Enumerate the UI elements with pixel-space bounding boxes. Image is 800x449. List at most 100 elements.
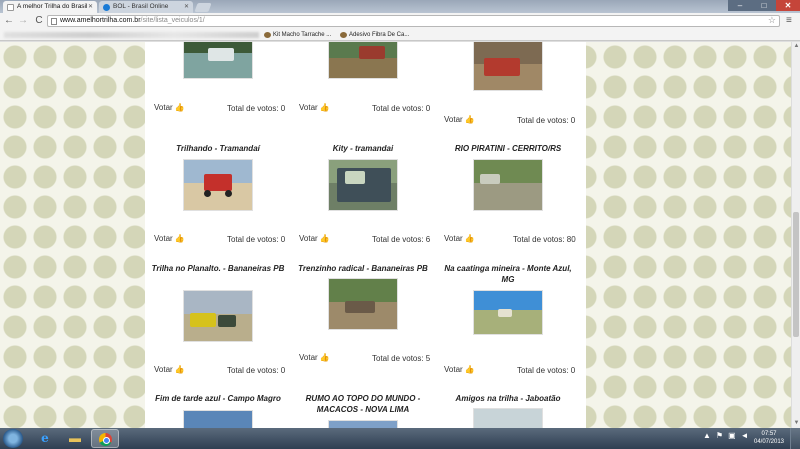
tab-close-icon[interactable]: ✕ <box>184 1 189 13</box>
vehicle-photo[interactable] <box>183 410 253 428</box>
vehicle-title[interactable]: Trilha no Planalto. - Bananeiras PB <box>148 263 288 274</box>
vehicle-title[interactable]: RIO PIRATINI - CERRITO/RS <box>438 143 578 154</box>
taskbar-clock[interactable]: 07:57 04/07/2013 <box>752 430 786 446</box>
page-favicon-icon <box>7 4 14 11</box>
vote-button[interactable]: Votar 👍 <box>444 115 475 124</box>
page-icon <box>51 18 57 25</box>
vote-button[interactable]: Votar 👍 <box>154 234 185 243</box>
scroll-down-icon[interactable]: ▼ <box>792 419 800 428</box>
vote-count: Total de votos: 0 <box>517 116 576 125</box>
clock-time: 07:57 <box>761 431 777 437</box>
bookmark-label: Adesivo Fibra De Ca... <box>349 32 410 38</box>
vehicle-photo[interactable] <box>473 408 543 428</box>
thumbs-up-icon: 👍 <box>174 365 185 374</box>
vehicle-photo[interactable] <box>328 278 398 330</box>
vehicle-title[interactable]: RUMO AO TOPO DO MUNDO - MACACOS - NOVA L… <box>293 393 433 415</box>
vehicle-photo[interactable] <box>183 159 253 211</box>
start-button[interactable] <box>3 429 23 448</box>
thumbs-up-icon: 👍 <box>319 103 330 112</box>
vote-count: Total de votos: 0 <box>227 366 286 375</box>
close-window-button[interactable]: ✕ <box>776 0 800 11</box>
vehicle-title[interactable]: Fim de tarde azul - Campo Magro <box>148 393 288 404</box>
vote-count: Total de votos: 5 <box>372 354 431 363</box>
blurred-bookmarks <box>4 32 259 38</box>
vehicle-photo[interactable] <box>183 290 253 342</box>
vote-count: Total de votos: 0 <box>227 104 286 113</box>
vote-count: Total de votos: 0 <box>517 366 576 375</box>
volume-icon[interactable]: ◄ <box>741 431 749 440</box>
action-center-flag-icon[interactable]: ⚑ <box>716 431 723 440</box>
vehicle-title[interactable]: Amigos na trilha - Jaboatão <box>438 393 578 404</box>
chrome-taskbar-button[interactable] <box>91 429 119 448</box>
title-bar: A melhor Trilha do Brasil ✕ BOL - Brasil… <box>0 0 800 13</box>
vehicle-title[interactable]: Trenzinho radical - Bananeiras PB <box>293 263 433 274</box>
page-scrollbar[interactable]: ▲ ▼ <box>791 42 800 428</box>
maximize-button[interactable]: □ <box>752 0 776 11</box>
vehicle-title[interactable]: Trilhando - Tramandaí <box>148 143 288 154</box>
vehicle-photo[interactable] <box>473 290 543 335</box>
tab-close-icon[interactable]: ✕ <box>88 1 93 13</box>
vehicle-title[interactable]: Na caatinga mineira - Monte Azul, MG <box>438 263 578 285</box>
vote-count: Total de votos: 0 <box>372 104 431 113</box>
page-viewport: Votar 👍 Total de votos: 0 Votar 👍 Total de… <box>0 42 791 428</box>
vote-button[interactable]: Votar 👍 <box>299 353 330 362</box>
vote-count: Total de votos: 80 <box>513 235 576 244</box>
thumbs-up-icon: 👍 <box>464 234 475 243</box>
vehicle-photo[interactable] <box>473 42 543 91</box>
tab-amelhortrilha[interactable]: A melhor Trilha do Brasil ✕ <box>3 1 97 13</box>
vote-count: Total de votos: 0 <box>227 235 286 244</box>
thumbs-up-icon: 👍 <box>464 115 475 124</box>
thumbs-up-icon: 👍 <box>319 353 330 362</box>
scroll-up-icon[interactable]: ▲ <box>792 42 800 51</box>
new-tab-button[interactable] <box>194 3 212 12</box>
bookmark-kit-macho[interactable]: Kit Macho Tarrache ... <box>263 29 331 41</box>
address-bar[interactable]: www.amelhortrilha.com.br/site/lista_veic… <box>47 15 780 27</box>
thumbs-up-icon: 👍 <box>174 234 185 243</box>
internet-explorer-icon[interactable]: e <box>31 429 59 448</box>
content-column: Votar 👍 Total de votos: 0 Votar 👍 Total de… <box>145 42 586 428</box>
thumbs-up-icon: 👍 <box>319 234 330 243</box>
vehicle-photo[interactable] <box>328 159 398 211</box>
thumbs-up-icon: 👍 <box>464 365 475 374</box>
show-desktop-button[interactable] <box>790 428 800 449</box>
show-hidden-icons-icon[interactable]: ▲ <box>703 431 711 440</box>
vote-button[interactable]: Votar 👍 <box>444 234 475 243</box>
bookmark-favicon-icon <box>340 32 347 38</box>
back-icon[interactable]: ← <box>3 15 15 27</box>
bookmark-favicon-icon <box>264 32 271 38</box>
vehicle-photo[interactable] <box>328 42 398 79</box>
tab-title: A melhor Trilha do Brasil <box>17 3 88 10</box>
scrollbar-thumb[interactable] <box>793 212 799 337</box>
url-host: www.amelhortrilha.com.br <box>60 17 141 24</box>
vote-button[interactable]: Votar 👍 <box>299 103 330 112</box>
bookmark-star-icon[interactable]: ☆ <box>768 15 776 25</box>
forward-icon[interactable]: → <box>17 15 29 27</box>
chrome-icon <box>99 433 112 446</box>
vehicle-photo[interactable] <box>473 159 543 211</box>
minimize-button[interactable]: – <box>728 0 752 11</box>
url-path: /site/lista_veiculos/1/ <box>140 17 205 24</box>
vote-button[interactable]: Votar 👍 <box>299 234 330 243</box>
vehicle-photo[interactable] <box>183 42 253 79</box>
bookmark-label: Kit Macho Tarrache ... <box>273 32 332 38</box>
bookmark-adesivo[interactable]: Adesivo Fibra De Ca... <box>339 29 409 41</box>
tab-bol[interactable]: BOL - Brasil Online ✕ <box>99 1 193 13</box>
vote-button[interactable]: Votar 👍 <box>444 365 475 374</box>
thumbs-up-icon: 👍 <box>174 103 185 112</box>
reload-icon[interactable]: C <box>33 15 45 27</box>
network-icon[interactable]: ▣ <box>728 431 736 440</box>
menu-wrench-icon[interactable]: ≡ <box>786 15 792 26</box>
system-tray: ▲ ⚑ ▣ ◄ <box>703 431 754 440</box>
vote-count: Total de votos: 6 <box>372 235 431 244</box>
vehicle-photo[interactable] <box>328 420 398 428</box>
file-explorer-icon[interactable]: ▬ <box>61 429 89 448</box>
vehicle-title[interactable]: Kity - tramandai <box>293 143 433 154</box>
tab-title: BOL - Brasil Online <box>113 3 169 10</box>
browser-toolbar: ← → C www.amelhortrilha.com.br/site/list… <box>0 13 800 29</box>
windows-taskbar: e ▬ ▲ ⚑ ▣ ◄ 07:57 04/07/2013 <box>0 428 800 449</box>
vote-button[interactable]: Votar 👍 <box>154 103 185 112</box>
bookmarks-bar: Kit Macho Tarrache ... Adesivo Fibra De … <box>0 29 800 41</box>
clock-date: 04/07/2013 <box>753 439 785 445</box>
bol-favicon-icon <box>103 4 110 11</box>
vote-button[interactable]: Votar 👍 <box>154 365 185 374</box>
